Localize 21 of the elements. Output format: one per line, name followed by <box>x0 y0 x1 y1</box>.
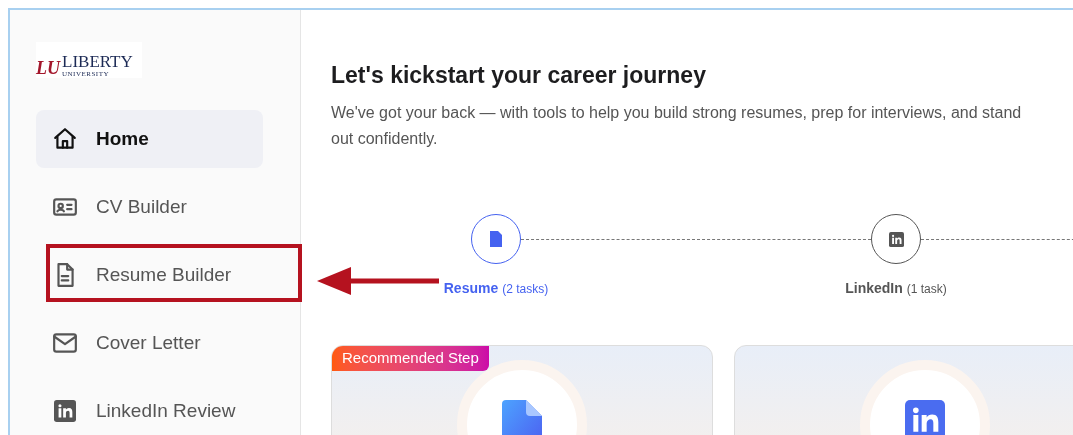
step-label: LinkedIn <box>845 279 903 298</box>
page-heading: Let's kickstart your career journey <box>331 61 707 90</box>
step-label: Resume <box>443 279 499 298</box>
linkedin-icon <box>54 400 76 422</box>
sidebar-item[interactable]: Home <box>36 110 263 168</box>
home-icon <box>52 126 78 152</box>
arrow-icon <box>317 266 439 296</box>
linkedin-icon <box>905 400 945 435</box>
document-icon <box>489 231 503 247</box>
linkedin-icon <box>888 231 904 247</box>
step-task-count: (2 tasks) <box>502 281 549 298</box>
document-icon <box>502 400 542 435</box>
sidebar-item[interactable]: Resume Builder <box>36 246 263 304</box>
sidebar-item[interactable]: CV Builder <box>36 178 263 236</box>
sidebar-item[interactable]: Cover Letter <box>36 314 263 372</box>
recommended-badge: Recommended Step <box>332 346 489 371</box>
sidebar-item[interactable]: LinkedIn Review <box>36 382 263 435</box>
step-task-count: (1 task) <box>906 281 947 298</box>
mail-icon <box>52 330 78 356</box>
page-description: We've got your back — with tools to help you build strong resumes, prep for interviews, and stand out confidently. <box>331 103 1023 149</box>
step-card[interactable]: Recommended Step <box>331 345 713 435</box>
